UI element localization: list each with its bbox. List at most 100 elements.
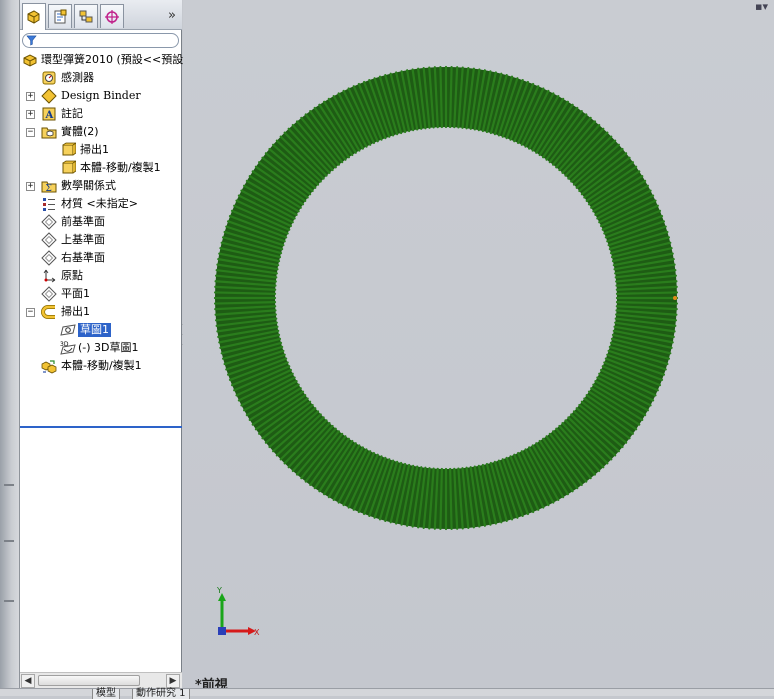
feature-manager-panel: » 環型彈簧2010 (預設<<預設 感測器 + Design Binder +… (20, 0, 184, 688)
rollback-bar[interactable] (20, 426, 182, 428)
tree-item-body-sweep[interactable]: 掃出1 (20, 141, 182, 159)
strip-notch (4, 540, 14, 542)
annotations-icon: A (41, 106, 57, 122)
tree-item-label: 本體-移動/複製1 (61, 359, 142, 372)
featuremanager-tab[interactable] (22, 3, 46, 30)
filter-icon (26, 35, 37, 46)
move-copy-body-icon (41, 358, 57, 374)
plane-icon (41, 214, 57, 230)
scroll-left-icon[interactable]: ◀ (21, 674, 35, 688)
property-manager-icon (54, 9, 67, 23)
part-icon (22, 52, 38, 68)
solid-body-icon (60, 142, 76, 158)
configurationmanager-tab[interactable] (74, 4, 98, 28)
tree-item-sensors[interactable]: 感測器 (20, 69, 182, 87)
bottom-tab-bar: 模型 動作研究 1 (0, 688, 774, 699)
filter-box[interactable] (22, 33, 179, 48)
tree-item-origin[interactable]: 原點 (20, 267, 182, 285)
tree-item-label: 草圖1 (77, 322, 112, 338)
feature-tree-icon (27, 10, 40, 24)
tree-item-top-plane[interactable]: 上基準面 (20, 231, 182, 249)
solid-bodies-folder-icon (41, 124, 57, 140)
spring-coil-turn (615, 291, 679, 295)
strip-notch (4, 600, 14, 602)
tree-item-label: 前基準面 (61, 215, 105, 228)
scroll-right-icon[interactable]: ▶ (166, 674, 180, 688)
graphics-viewport[interactable]: Y X *前視 ▪▾ (183, 0, 774, 693)
spring-body (215, 67, 677, 529)
tree-item-equations[interactable]: + Σ 數學關係式 (20, 177, 182, 195)
tree-item-label: 感測器 (61, 71, 94, 84)
tree-item-material[interactable]: 材質 <未指定> (20, 195, 182, 213)
tree-item-label: 右基準面 (61, 251, 105, 264)
tree-item-body-move-copy[interactable]: 本體-移動/複製1 (20, 159, 182, 177)
propertymanager-tab[interactable] (48, 4, 72, 28)
scroll-thumb[interactable] (38, 675, 140, 686)
sweep-feature-icon (41, 304, 57, 320)
tree-item-design-binder[interactable]: + Design Binder (20, 87, 182, 105)
collapse-minus-icon[interactable]: − (26, 128, 35, 137)
collapse-minus-icon[interactable]: − (26, 308, 35, 317)
tree-item-label: 材質 <未指定> (61, 197, 138, 210)
svg-text:A: A (45, 110, 54, 121)
solid-body-icon (60, 160, 76, 176)
plane-icon (41, 250, 57, 266)
tree-item-front-plane[interactable]: 前基準面 (20, 213, 182, 231)
triad-x-label: X (254, 628, 260, 637)
expand-plus-icon[interactable]: + (26, 182, 35, 191)
tree-item-3d-sketch1[interactable]: 3D (-) 3D草圖1 (20, 339, 182, 357)
tree-item-solid-bodies[interactable]: − 實體(2) (20, 123, 182, 141)
coordinate-triad: Y X (216, 587, 260, 637)
dimxpert-tab[interactable] (100, 4, 124, 28)
plane-icon (41, 232, 57, 248)
svg-text:3D: 3D (60, 341, 69, 348)
tree-item-label: (-) 3D草圖1 (78, 341, 139, 354)
dimxpert-crosshair-icon (105, 9, 119, 24)
tree-item-annotations[interactable]: + A 註記 (20, 105, 182, 123)
spring-coil-turn (213, 301, 277, 305)
svg-text:Σ: Σ (46, 184, 52, 194)
equations-icon: Σ (41, 178, 57, 194)
more-tabs-chevron-icon[interactable]: » (168, 8, 176, 23)
sketch-icon (60, 322, 76, 338)
material-icon (41, 196, 57, 212)
tree-item-label: 原點 (61, 269, 83, 282)
tab-model[interactable]: 模型 (92, 689, 120, 699)
filter-input[interactable] (39, 35, 174, 46)
design-binder-icon (41, 88, 57, 104)
tree-item-plane1[interactable]: 平面1 (20, 285, 182, 303)
tree-item-move-copy1[interactable]: 本體-移動/複製1 (20, 357, 182, 375)
tree-item-label: 掃出1 (80, 143, 109, 156)
spring-coil-turn (449, 467, 453, 531)
tree-item-label: 掃出1 (61, 305, 90, 318)
tree-item-label: 本體-移動/複製1 (80, 161, 161, 174)
sweep-start-point (673, 296, 677, 300)
expand-plus-icon[interactable]: + (26, 92, 35, 101)
configuration-manager-icon (79, 10, 93, 22)
tab-motion-study-1[interactable]: 動作研究 1 (132, 689, 190, 699)
spring-coil-turn (439, 467, 443, 531)
tree-item-label: 註記 (61, 107, 83, 120)
left-side-strip (0, 0, 20, 696)
tree-item-root-part[interactable]: 環型彈簧2010 (預設<<預設 (20, 51, 184, 69)
tree-item-sketch1[interactable]: 草圖1 (20, 321, 182, 339)
spring-coil-turn (449, 65, 453, 129)
triad-y-label: Y (216, 587, 222, 595)
spring-coil-turn (439, 65, 443, 129)
tree-item-label: Design Binder (61, 89, 141, 102)
tree-item-label: 上基準面 (61, 233, 105, 246)
expand-plus-icon[interactable]: + (26, 110, 35, 119)
feature-manager-tabs: » (20, 0, 182, 30)
tree-item-label: 平面1 (61, 287, 90, 300)
tree-item-label: 環型彈簧2010 (預設<<預設 (41, 53, 184, 66)
origin-icon (41, 268, 57, 284)
tree-item-right-plane[interactable]: 右基準面 (20, 249, 182, 267)
horizontal-scrollbar[interactable]: ◀ ▶ (20, 672, 182, 688)
torus-spring-model[interactable] (183, 0, 774, 688)
tree-item-sweep1[interactable]: − 掃出1 (20, 303, 182, 321)
plane-icon (41, 286, 57, 302)
sensor-icon (41, 70, 57, 86)
tree-item-label: 實體(2) (61, 125, 99, 138)
viewport-corner-icon[interactable]: ▪▾ (755, 0, 768, 13)
spring-coil-turn (213, 291, 277, 295)
